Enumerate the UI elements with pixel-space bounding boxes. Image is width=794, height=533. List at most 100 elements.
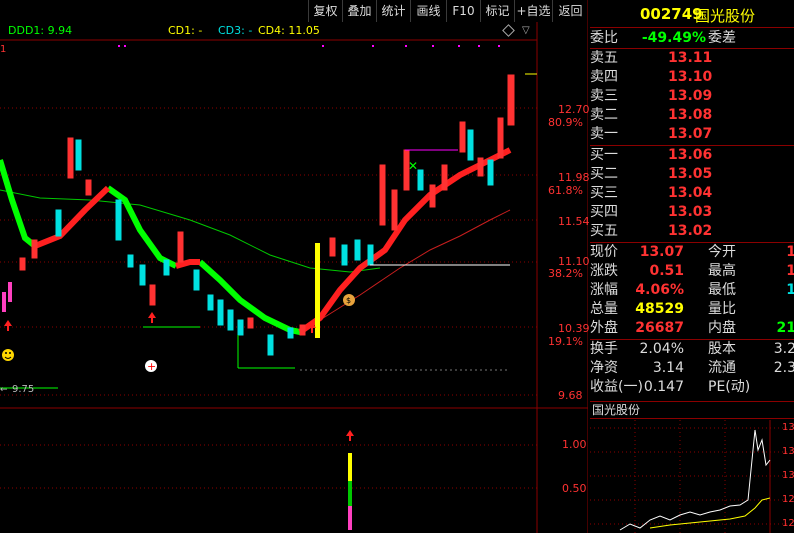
stat-label: 内盘 <box>708 320 736 336</box>
stat-row: 现价 13.07 今开 1 <box>590 243 794 262</box>
bid-row[interactable]: 买四 13.03 <box>590 203 794 222</box>
mini-axis-label: 13.0 <box>782 470 794 481</box>
ask-label: 卖四 <box>590 69 618 85</box>
svg-text:←: ← <box>0 385 8 395</box>
weicha-label: 委差 <box>708 30 736 46</box>
bid-label: 买一 <box>590 147 618 163</box>
bid-row[interactable]: 买二 13.05 <box>590 165 794 184</box>
stock-chart-window: { "toolbar": { "buttons": ["复权","叠加","统计… <box>0 0 794 533</box>
pct-axis-label: 38.2% <box>548 267 583 280</box>
stat-row: 涨跌 0.51 最高 1 <box>590 262 794 281</box>
bid-row[interactable]: 买一 13.06 <box>590 146 794 165</box>
bid-price: 13.03 <box>668 204 713 220</box>
bid-row[interactable]: 买三 13.04 <box>590 184 794 203</box>
stat-value: 21 <box>776 320 794 336</box>
ask-price: 13.11 <box>668 50 713 66</box>
stat-value: 3.14 <box>652 360 684 376</box>
pct-axis-label: 61.8% <box>548 184 583 197</box>
bid-price: 13.05 <box>668 166 713 182</box>
stat-label: 涨跌 <box>590 263 618 279</box>
stock-name: 国光股份 <box>695 7 756 25</box>
stat-label: 今开 <box>708 244 736 260</box>
bid-label: 买四 <box>590 204 618 220</box>
stat-value: 48529 <box>635 301 684 317</box>
svg-text:$: $ <box>346 296 351 305</box>
stat-value: 3.2 <box>773 341 794 357</box>
stat-label: 股本 <box>708 341 736 357</box>
stat-label: 最高 <box>708 263 736 279</box>
stat-row: 换手 2.04% 股本 3.2 <box>590 340 794 359</box>
svg-text:+: + <box>147 360 156 373</box>
mini-axis-label: 13.4 <box>782 422 794 433</box>
mini-chart-title: 国光股份 <box>590 401 794 419</box>
stat-value: 1 <box>786 263 794 279</box>
signal-bar <box>315 243 320 338</box>
price-axis-label: 11.98 <box>558 171 590 184</box>
weibi-label: 委比 <box>590 30 618 46</box>
price-axis-label: 9.68 <box>558 389 583 402</box>
sub-axis-label: 1.00 <box>562 438 587 451</box>
stat-value: 0.51 <box>649 263 684 279</box>
stat-value: 2.3 <box>773 360 794 376</box>
ask-price: 13.07 <box>668 126 713 142</box>
bid-label: 买二 <box>590 166 618 182</box>
stat-label: 流通 <box>708 360 736 376</box>
stock-code: 002749 <box>640 5 703 23</box>
stat-label: 最低 <box>708 282 736 298</box>
sub-axis-label: 0.50 <box>562 482 587 495</box>
weibi-row: 委比 -49.49% 委差 <box>590 29 794 48</box>
bid-price: 13.06 <box>668 147 713 163</box>
stat-label: 量比 <box>708 301 736 317</box>
ask-label: 卖三 <box>590 88 618 104</box>
price-axis-label: 12.70 <box>558 103 590 116</box>
stat-row: 涨幅 4.06% 最低 1 <box>590 281 794 300</box>
ask-label: 卖一 <box>590 126 618 142</box>
stat-label: 收益(一) <box>590 379 643 395</box>
stat-value: 13.07 <box>639 244 684 260</box>
candles <box>19 74 515 356</box>
stat-row: 总量 48529 量比 <box>590 300 794 319</box>
low-marker-label: 9.75 <box>12 384 35 395</box>
ask-price: 13.10 <box>668 69 713 85</box>
stat-value: 4.06% <box>635 282 684 298</box>
stat-value: 26687 <box>635 320 684 336</box>
bid-label: 买五 <box>590 223 618 239</box>
ask-label: 卖二 <box>590 107 618 123</box>
stat-label: 外盘 <box>590 320 618 336</box>
pct-axis-label: 19.1% <box>548 335 583 348</box>
stat-label: 换手 <box>590 341 618 357</box>
stat-value: 0.147 <box>643 379 684 395</box>
bid-price: 13.04 <box>668 185 713 201</box>
ask-row[interactable]: 卖一 13.07 <box>590 125 794 144</box>
stat-label: 净资 <box>590 360 618 376</box>
ask-row[interactable]: 卖四 13.10 <box>590 68 794 87</box>
stat-label: 总量 <box>590 301 618 317</box>
mini-intraday-chart <box>590 420 794 533</box>
stat-value: 2.04% <box>639 341 684 357</box>
pct-axis-label: 80.9% <box>548 116 583 129</box>
price-axis-label: 10.39 <box>558 322 590 335</box>
stat-value: 1 <box>786 244 794 260</box>
ask-row[interactable]: 卖五 13.11 <box>590 49 794 68</box>
ask-label: 卖五 <box>590 50 618 66</box>
stat-label: 现价 <box>590 244 618 260</box>
mini-axis-label: 13.2 <box>782 446 794 457</box>
kline-chart: ✕ + $ ← <box>0 0 588 533</box>
ask-row[interactable]: 卖三 13.09 <box>590 87 794 106</box>
ask-row[interactable]: 卖二 13.08 <box>590 106 794 125</box>
ask-price: 13.09 <box>668 88 713 104</box>
price-axis-label: 11.54 <box>558 215 590 228</box>
ask-price: 13.08 <box>668 107 713 123</box>
svg-text:✕: ✕ <box>408 159 418 173</box>
weibi-value: -49.49% <box>641 30 706 46</box>
stock-header: 002749 国光股份 <box>590 0 794 28</box>
stat-label: PE(动) <box>708 379 751 395</box>
stat-label: 涨幅 <box>590 282 618 298</box>
smiley-icon <box>2 349 14 361</box>
stat-row: 净资 3.14 流通 2.3 <box>590 359 794 378</box>
bid-row[interactable]: 买五 13.02 <box>590 222 794 241</box>
bid-price: 13.02 <box>668 223 713 239</box>
bid-label: 买三 <box>590 185 618 201</box>
stat-value: 1 <box>786 282 794 298</box>
stat-row: 收益(一) 0.147 PE(动) <box>590 378 794 397</box>
